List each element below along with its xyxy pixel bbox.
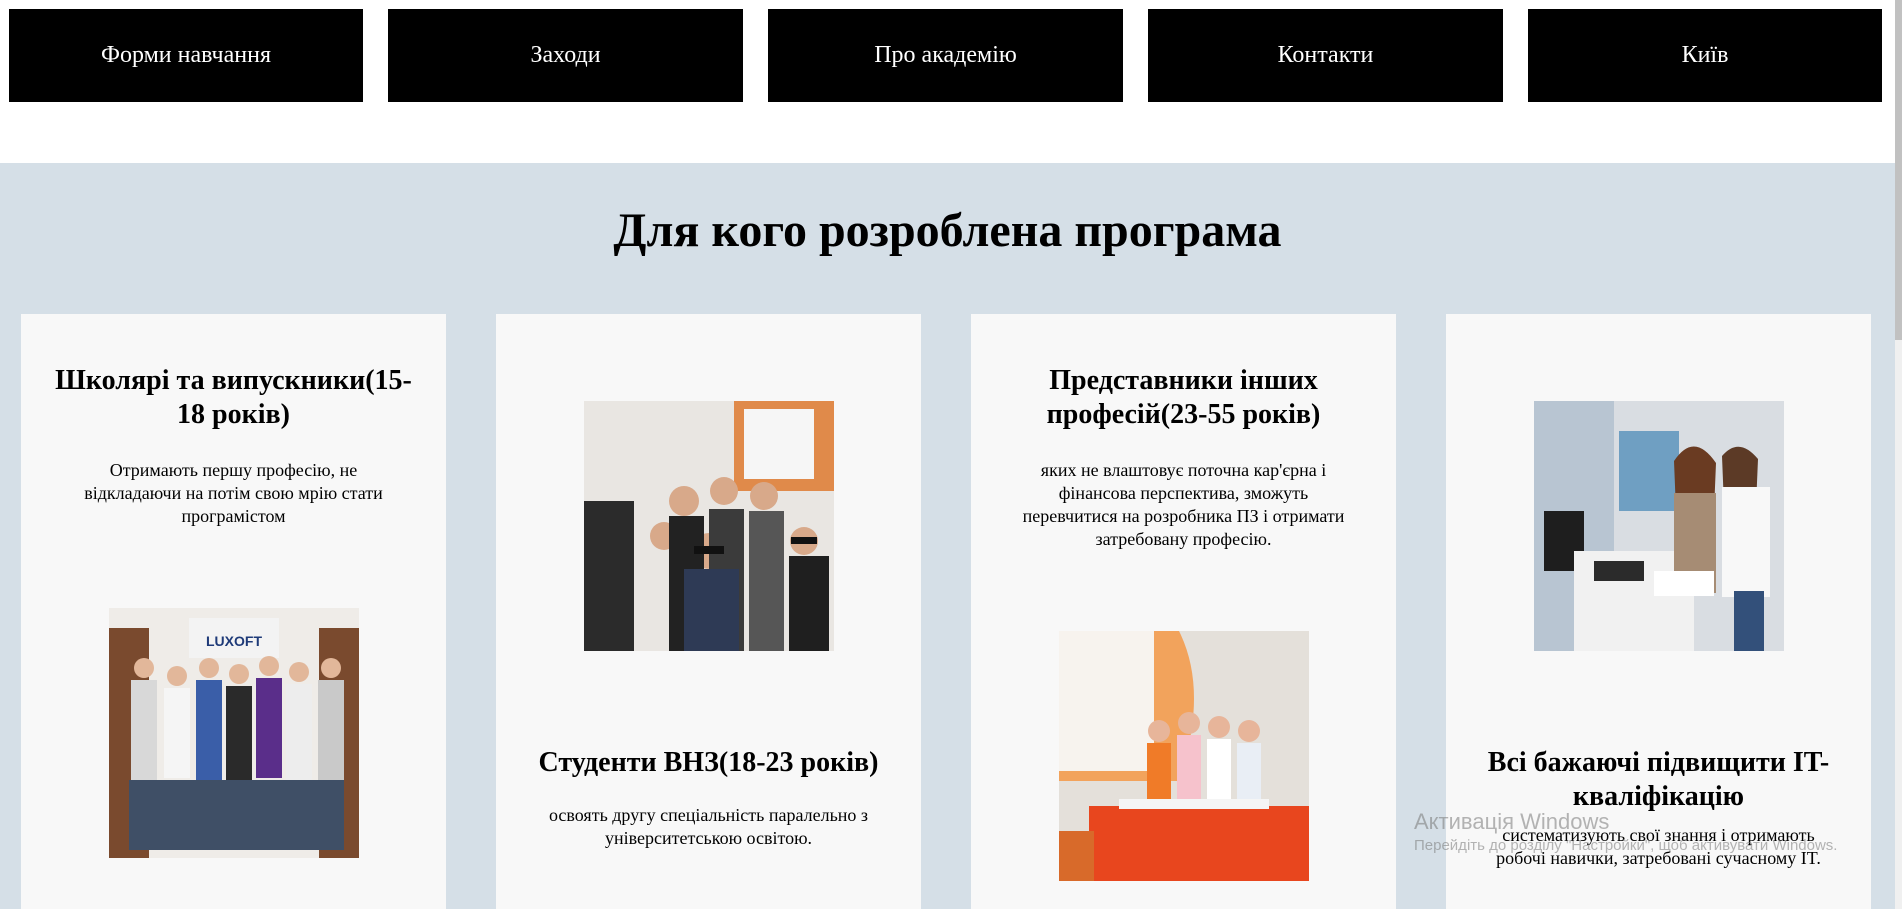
vertical-scrollbar[interactable] [1895,0,1902,909]
photo-office-coworkers [1534,401,1784,651]
windows-activation-watermark: Активація Windows Перейдіть до розділу "… [1414,808,1854,856]
card-title: Представники інших професій(23-55 років) [1046,365,1321,430]
group-photo-students: LUXOFT [109,608,359,858]
photo-students-vr-glasses [584,401,834,651]
audience-card-university-students: Студенти ВНЗ(18-23 років) освоять другу … [496,314,921,909]
nav-item-about-academy[interactable]: Про академію [768,9,1123,102]
top-navigation: Форми навчання Заходи Про академію Конта… [0,0,1902,163]
nav-item-label: Контакти [1277,42,1374,68]
nav-item-city-kyiv[interactable]: Київ [1528,9,1882,102]
watermark-subtitle: Перейдіть до розділу "Настройки", щоб ак… [1414,837,1838,854]
audience-card-other-professions: Представники інших професій(23-55 років)… [971,314,1396,909]
nav-item-label: Форми навчання [101,42,271,68]
nav-item-events[interactable]: Заходи [388,9,743,102]
card-title: Школярі та випускники(15-18 років) [55,365,412,430]
nav-item-contacts[interactable]: Контакти [1148,9,1503,102]
scrollbar-thumb[interactable] [1895,0,1902,340]
section-title: Для кого розроблена програма [613,204,1282,257]
card-description: освоять другу спеціальність паралельно з… [548,805,869,848]
nav-item-study-forms[interactable]: Форми навчання [9,9,363,102]
card-title: Всі бажаючі підвищити IT-кваліфікацію [1487,747,1830,812]
target-audience-section: Для кого розроблена програма Школярі та … [0,163,1895,909]
card-title: Студенти ВНЗ(18-23 років) [538,747,879,778]
watermark-title: Активація Windows [1414,809,1610,834]
card-description: Отримають першу професію, не відкладаючи… [84,460,383,526]
nav-item-label: Про академію [874,42,1017,68]
luxoft-logo: LUXOFT [206,633,262,649]
card-description: яких не влаштовує поточна кар'єрна і фін… [1022,460,1345,549]
nav-item-label: Київ [1681,42,1729,68]
photo-luxoft-booth [1059,631,1309,881]
nav-item-label: Заходи [530,42,601,68]
audience-card-schoolers: Школярі та випускники(15-18 років) Отрим… [21,314,446,909]
